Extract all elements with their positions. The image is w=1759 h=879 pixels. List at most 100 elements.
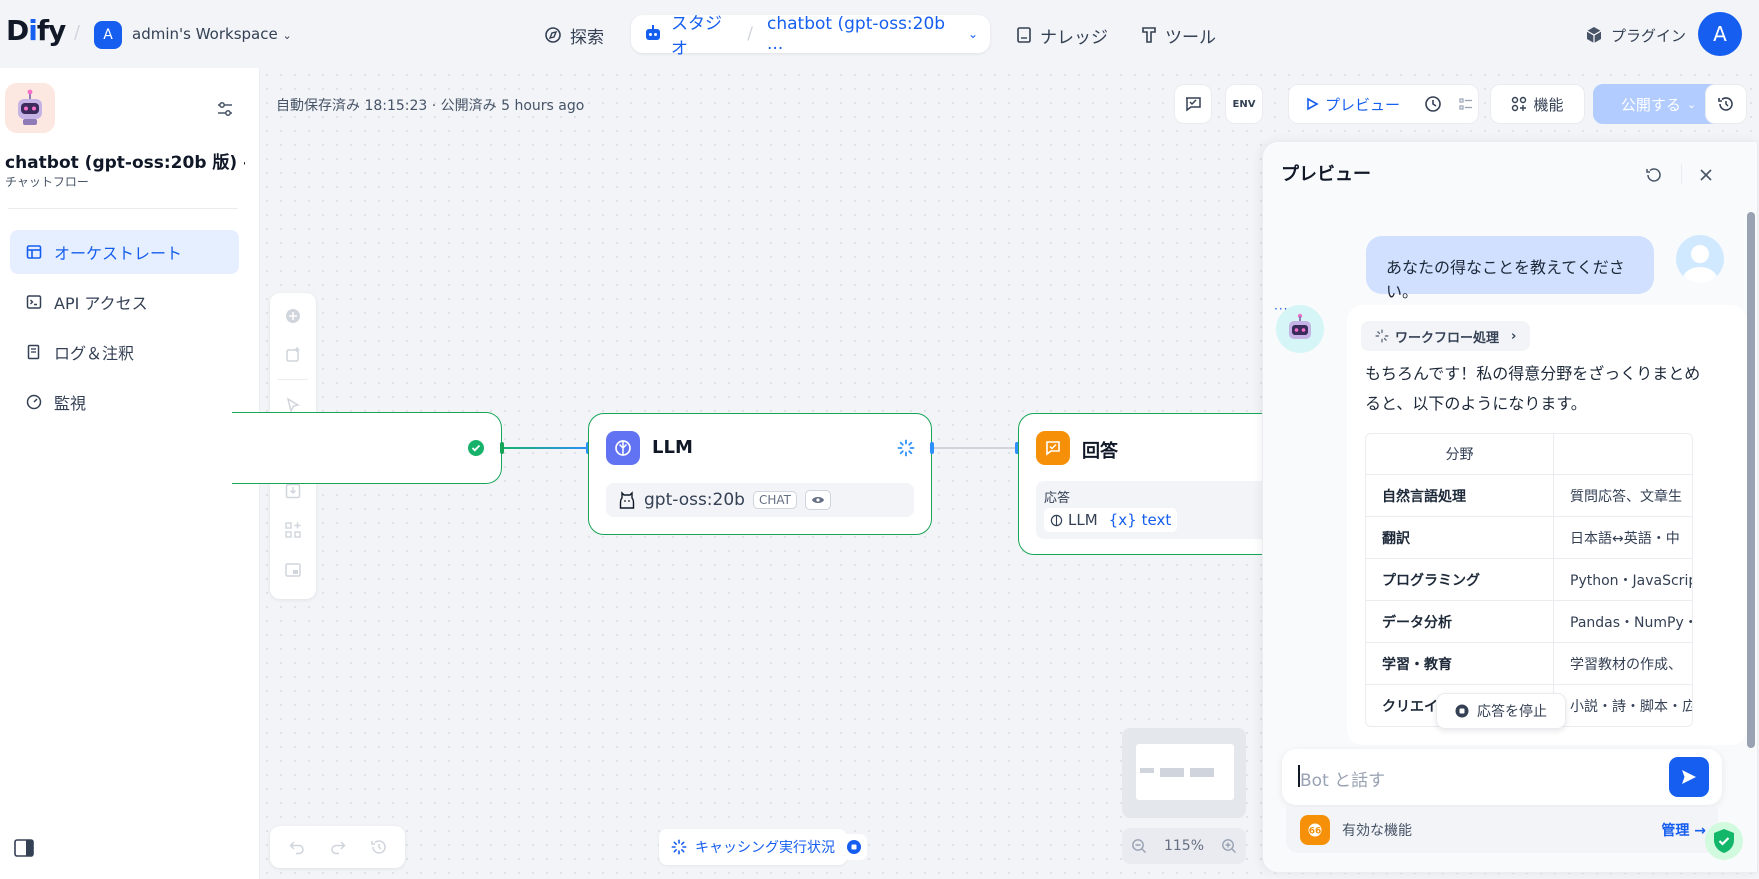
gauge-icon (26, 394, 42, 410)
sidebar-item-label: API アクセス (54, 294, 148, 313)
features-bar: 66 有効な機能 管理 → (1286, 807, 1718, 853)
list-icon[interactable] (1458, 96, 1474, 112)
preview-title: プレビュー (1281, 164, 1371, 185)
table-header-row: 分野 (1366, 434, 1692, 474)
autosave-status: 自動保存済み 18:15:23 · 公開済み 5 hours ago (276, 98, 585, 114)
tool-icon (1141, 26, 1157, 44)
edge-start-llm (502, 447, 588, 449)
user-avatar[interactable]: A (1698, 12, 1742, 56)
shield-check-icon[interactable] (1705, 822, 1743, 860)
eye-icon (804, 490, 831, 510)
edge-llm-answer (932, 447, 1018, 449)
settings-sliders-icon[interactable] (216, 100, 234, 118)
book-icon (1016, 26, 1032, 44)
start-node[interactable] (232, 412, 502, 484)
preview-button[interactable]: プレビュー (1288, 84, 1479, 124)
sidebar-item-monitoring[interactable]: 監視 (10, 380, 239, 424)
close-icon[interactable] (1699, 168, 1713, 182)
features-label: 機能 (1533, 95, 1564, 114)
checklist-button[interactable] (1174, 84, 1212, 124)
chat-input[interactable]: Bot と話す (1282, 749, 1722, 805)
manage-link[interactable]: 管理 → (1661, 820, 1706, 840)
plugins-label: プラグイン (1611, 26, 1687, 45)
dify-logo[interactable]: Dify (6, 14, 66, 47)
organize-blocks-icon[interactable] (278, 515, 308, 545)
minimap[interactable] (1122, 728, 1246, 818)
add-node-icon[interactable] (278, 301, 308, 331)
minimap-toggle-icon[interactable] (278, 555, 308, 585)
variable-name: text (1141, 511, 1172, 529)
stop-response-button[interactable]: 応答を停止 (1436, 693, 1566, 729)
workflow-process-chip[interactable]: ワークフロー処理 › (1361, 321, 1531, 351)
version-history-button[interactable] (1705, 84, 1747, 124)
nav-tools-label: ツール (1165, 27, 1216, 48)
nav-studio[interactable]: スタジオ / chatbot (gpt-oss:20b ... ⌄ (631, 14, 990, 59)
table-row: 翻訳 日本語↔英語・中 (1366, 516, 1692, 558)
divider (8, 208, 238, 209)
history-icon[interactable] (370, 838, 388, 856)
workspace-avatar[interactable]: A (94, 21, 122, 49)
handle (930, 442, 934, 454)
table-header-cell: 分野 (1366, 434, 1554, 474)
collapse-sidebar-icon[interactable] (14, 839, 34, 857)
loading-spinner-icon (897, 439, 915, 457)
llama-icon (618, 490, 636, 510)
preview-label: プレビュー (1325, 95, 1401, 114)
scrollbar-thumb[interactable] (1747, 212, 1755, 748)
sidebar-item-label: 監視 (54, 394, 87, 413)
nav-studio-label: スタジオ (671, 14, 722, 59)
add-note-icon[interactable] (278, 340, 308, 370)
zoom-level[interactable]: 115% (1164, 838, 1204, 854)
terminal-icon (26, 294, 42, 310)
history-clock-icon[interactable] (1424, 95, 1442, 113)
table-row: プログラミング Python・JavaScrip (1366, 558, 1692, 600)
user-message: あなたの得なことを教えてください。 (1366, 236, 1654, 301)
redo-icon[interactable] (329, 838, 347, 856)
llm-brain-icon (1050, 514, 1063, 527)
table-cell: 質問応答、文章生 (1570, 488, 1682, 505)
play-icon (1305, 97, 1319, 111)
sidebar-item-logs[interactable]: ログ＆注釈 (10, 330, 239, 374)
undo-icon[interactable] (288, 838, 306, 856)
workspace-name: admin's Workspace (132, 25, 278, 43)
sidebar-item-api[interactable]: API アクセス (10, 280, 239, 324)
typing-dots-icon: ··· (1274, 302, 1289, 316)
stop-circle-icon (1455, 704, 1469, 718)
sidebar-item-orchestrate[interactable]: オーケストレート (10, 230, 239, 274)
table-cell: Python・JavaScrip (1570, 572, 1692, 589)
send-icon (1680, 768, 1698, 786)
robot-icon (643, 25, 663, 43)
layout-icon (26, 244, 42, 260)
nav-knowledge[interactable]: ナレッジ (1004, 17, 1120, 53)
loading-spinner-icon (1375, 329, 1389, 343)
nav-explore-label: 探索 (570, 27, 604, 48)
zoom-in-icon[interactable] (1221, 838, 1237, 854)
workflow-process-label: ワークフロー処理 (1395, 330, 1500, 346)
run-status-button[interactable]: キャッシング実行状況 (659, 829, 847, 865)
table-row: 自然言語処理 質問応答、文章生 (1366, 474, 1692, 516)
send-button[interactable] (1669, 757, 1709, 797)
svg-text:66: 66 (1309, 827, 1322, 837)
refresh-icon[interactable] (1645, 166, 1663, 184)
model-selector[interactable]: gpt-oss:20b CHAT (606, 483, 914, 517)
zoom-out-icon[interactable] (1131, 838, 1147, 854)
nav-tools[interactable]: ツール (1129, 17, 1228, 53)
chat-input-placeholder: Bot と話す (1300, 771, 1386, 791)
feature-quote-icon: 66 (1300, 815, 1330, 845)
plugins-button[interactable]: プラグイン (1573, 17, 1698, 53)
chevron-down-icon: ⌄ (1686, 97, 1697, 111)
mode-badge: CHAT (752, 491, 797, 509)
stop-run-button[interactable] (841, 834, 867, 860)
workspace-switcher[interactable]: admin's Workspace ⌄ (132, 25, 292, 43)
chevron-down-icon[interactable]: ⌄ (968, 27, 978, 41)
nav-app-label[interactable]: chatbot (gpt-oss:20b ... (767, 14, 950, 54)
bot-message: ワークフロー処理 › もちろんです！私の得意分野をざっくりまとめると、以下のよう… (1347, 305, 1747, 745)
features-button[interactable]: 機能 (1490, 84, 1585, 124)
features-label: 有効な機能 (1342, 823, 1412, 839)
chevron-right-icon: › (1511, 328, 1517, 344)
llm-node[interactable]: LLM gpt-oss:20b CHAT (588, 413, 932, 535)
table-cell: Pandas・NumPy・M (1570, 614, 1692, 631)
undo-redo-toolbar (270, 826, 405, 868)
nav-explore[interactable]: 探索 (532, 17, 616, 53)
env-button[interactable]: ENV (1225, 84, 1263, 124)
